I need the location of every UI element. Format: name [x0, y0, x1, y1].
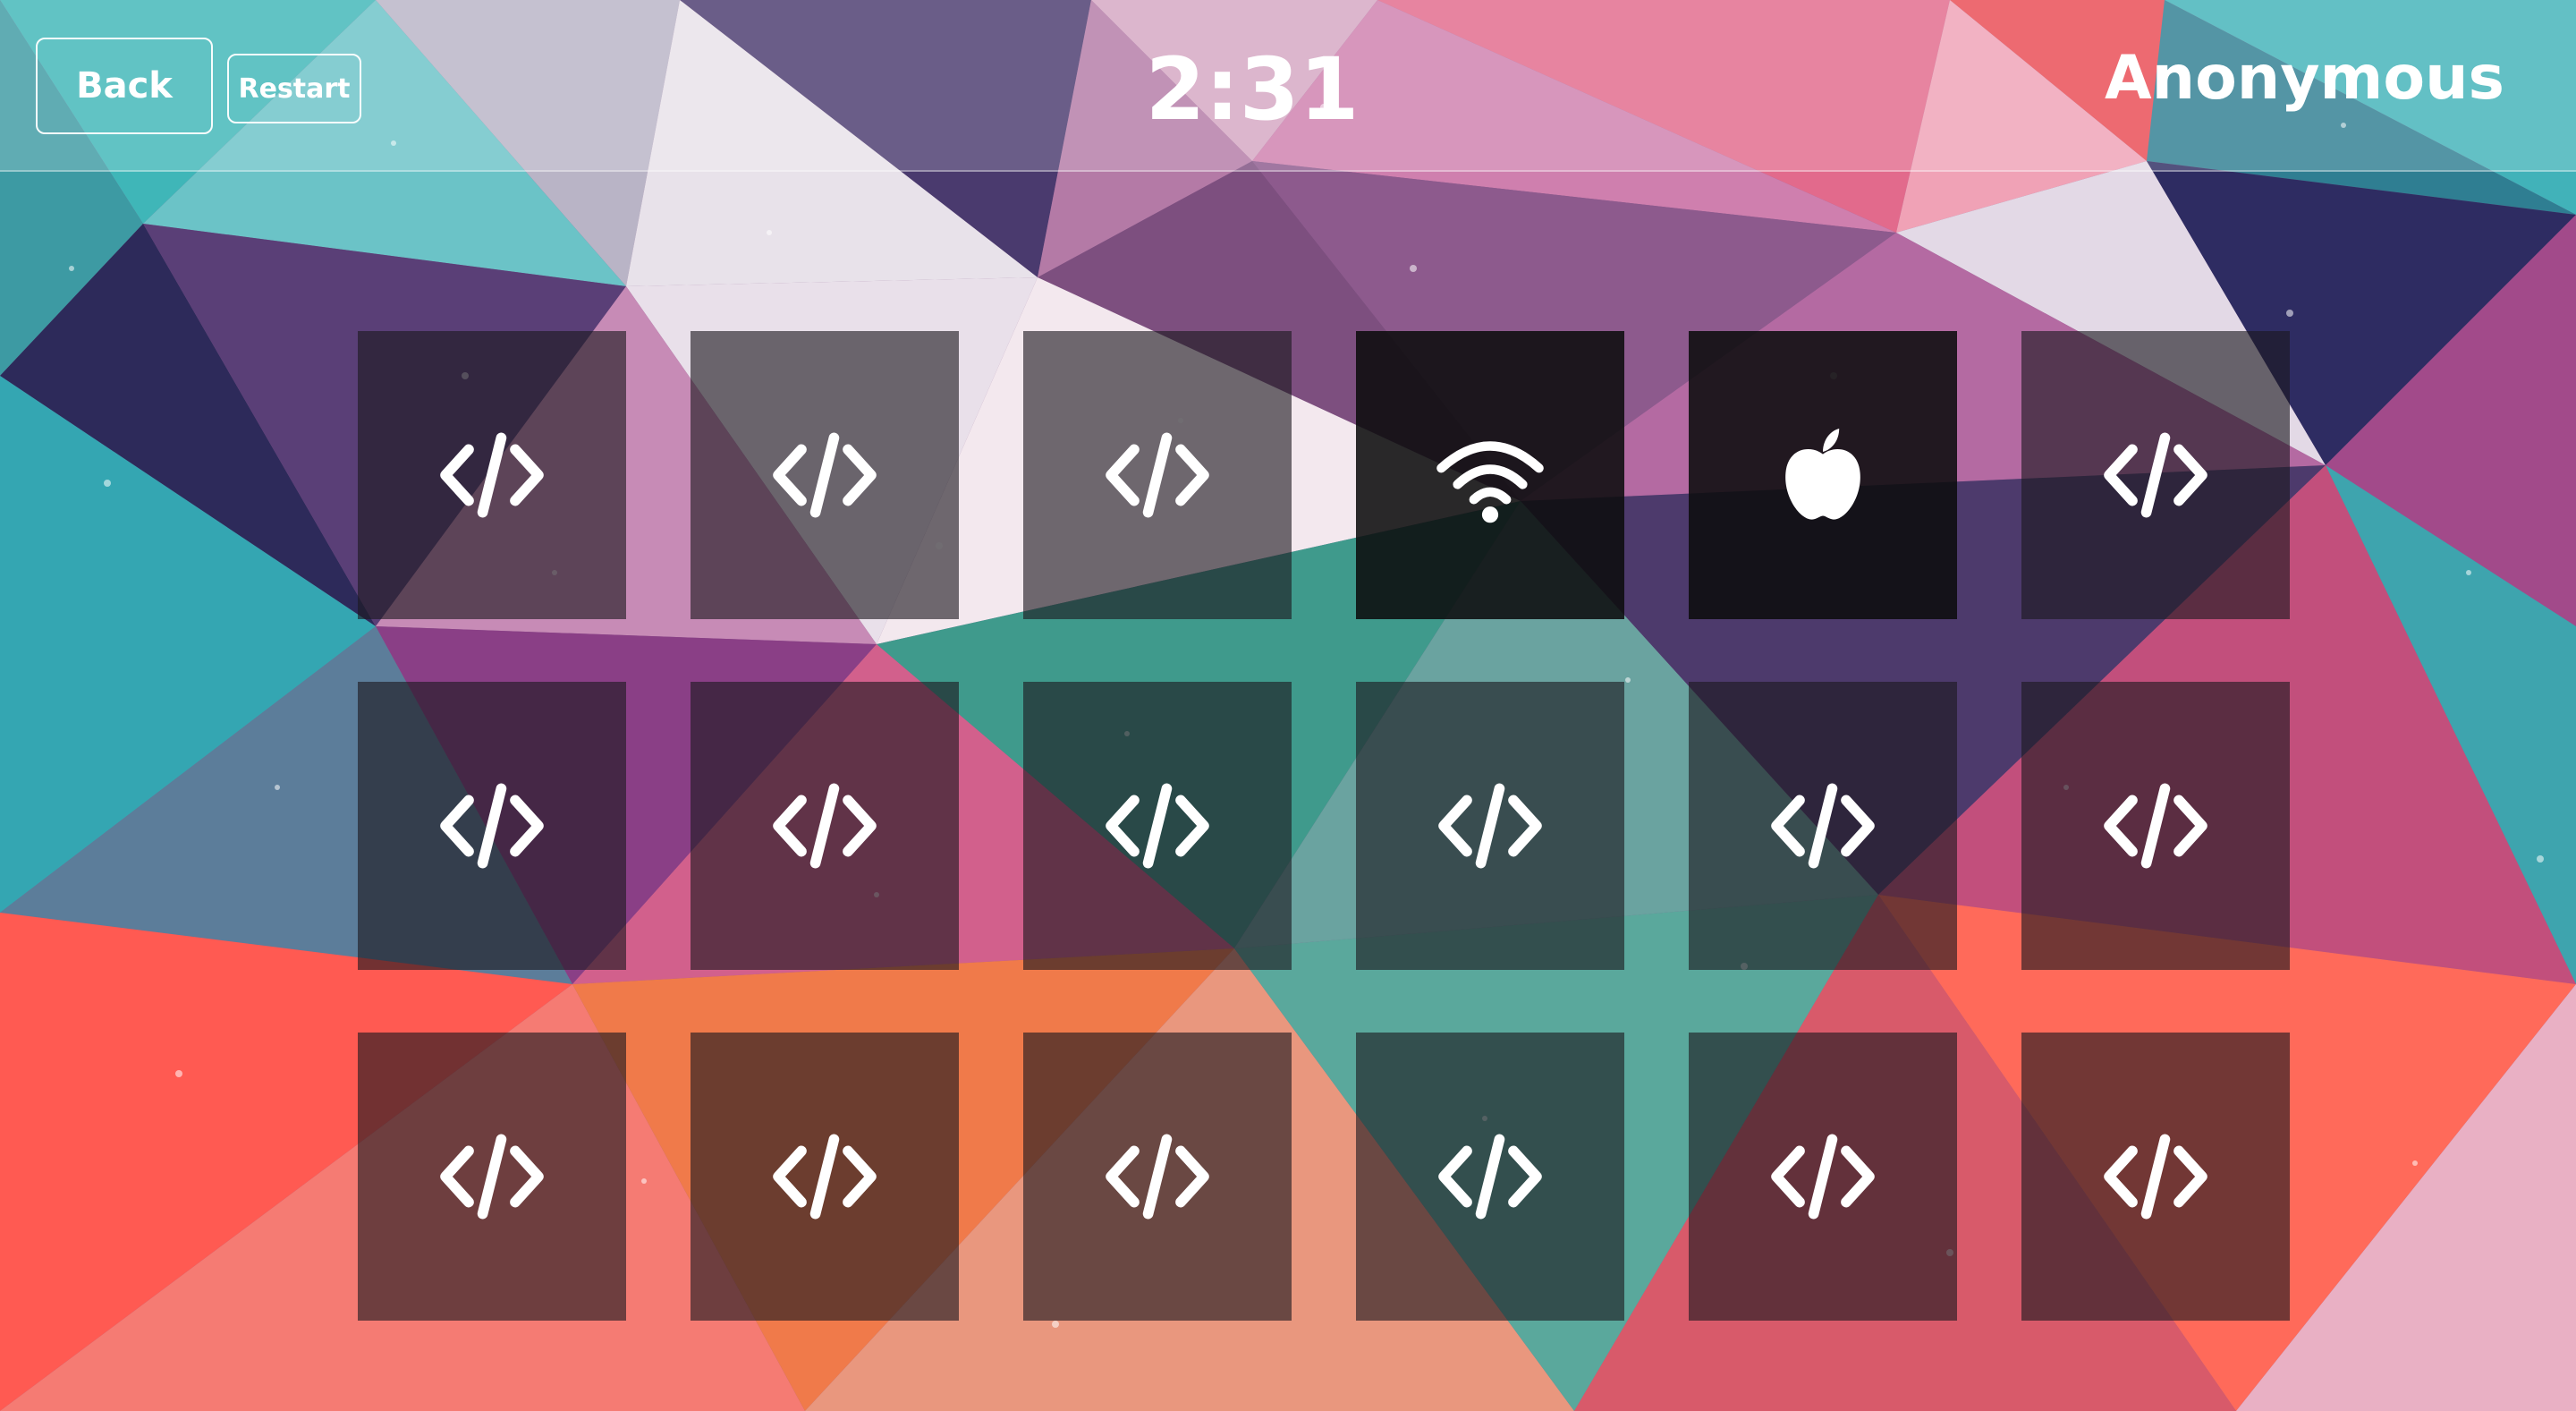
memory-card-4[interactable]	[1356, 331, 1624, 619]
memory-card-3[interactable]	[1023, 331, 1292, 619]
card-grid	[358, 331, 2290, 1321]
memory-card-12[interactable]	[2021, 682, 2290, 970]
player-name: Anonymous	[2105, 43, 2504, 114]
apple-icon	[1785, 429, 1860, 520]
memory-card-14[interactable]	[691, 1033, 959, 1321]
code-icon	[2104, 432, 2207, 518]
memory-card-10[interactable]	[1356, 682, 1624, 970]
memory-card-13[interactable]	[358, 1033, 626, 1321]
memory-card-18[interactable]	[2021, 1033, 2290, 1321]
back-button[interactable]: Back	[36, 38, 213, 134]
code-icon	[2104, 1134, 2207, 1220]
code-icon	[1106, 783, 1209, 869]
code-icon	[773, 1134, 877, 1220]
restart-button[interactable]: Restart	[227, 54, 361, 123]
code-icon	[1438, 1134, 1542, 1220]
code-icon	[1771, 783, 1875, 869]
countdown-timer: 2:31	[1145, 39, 1360, 140]
code-icon	[440, 783, 544, 869]
wifi-icon	[1436, 441, 1544, 523]
top-bar: Back Restart 2:31 Anonymous	[0, 0, 2576, 172]
memory-card-17[interactable]	[1689, 1033, 1957, 1321]
code-icon	[773, 783, 877, 869]
code-icon	[1438, 783, 1542, 869]
memory-card-8[interactable]	[691, 682, 959, 970]
code-icon	[2104, 783, 2207, 869]
code-icon	[773, 432, 877, 518]
memory-card-11[interactable]	[1689, 682, 1957, 970]
code-icon	[1771, 1134, 1875, 1220]
memory-card-2[interactable]	[691, 331, 959, 619]
game-screen: Back Restart 2:31 Anonymous	[0, 0, 2576, 1411]
code-icon	[1106, 432, 1209, 518]
memory-card-6[interactable]	[2021, 331, 2290, 619]
code-icon	[1106, 1134, 1209, 1220]
code-icon	[440, 1134, 544, 1220]
memory-card-7[interactable]	[358, 682, 626, 970]
code-icon	[440, 432, 544, 518]
memory-card-16[interactable]	[1356, 1033, 1624, 1321]
memory-card-15[interactable]	[1023, 1033, 1292, 1321]
memory-card-9[interactable]	[1023, 682, 1292, 970]
memory-card-5[interactable]	[1689, 331, 1957, 619]
memory-card-1[interactable]	[358, 331, 626, 619]
